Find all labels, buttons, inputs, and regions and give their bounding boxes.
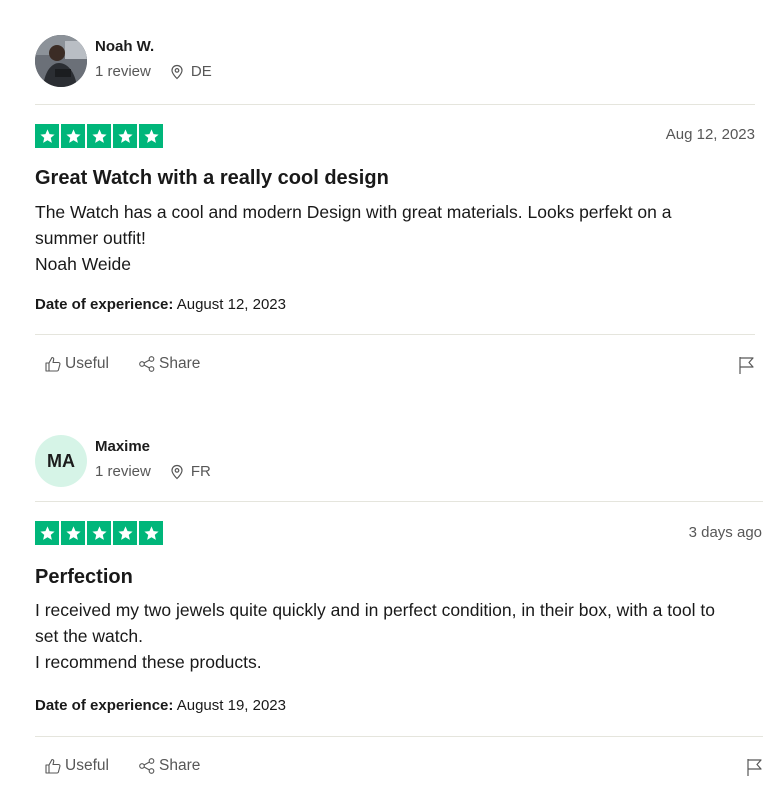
divider [35,334,755,335]
consumer-name[interactable]: Noah W. [95,38,212,56]
thumbs-up-icon [45,356,61,372]
thumbs-up-icon [45,758,61,774]
useful-button[interactable]: Useful [44,355,109,373]
star-rating [35,521,163,545]
star-icon [87,521,111,545]
consumer-country: FR [190,463,211,480]
experience-label: Date of experience: [35,296,174,313]
experience-date: August 12, 2023 [176,296,286,313]
divider [35,501,763,502]
review-date: 3 days ago [688,524,762,541]
review-title[interactable]: Great Watch with a really cool design [35,167,389,190]
review-date: Aug 12, 2023 [665,126,755,143]
experience-date: August 19, 2023 [176,697,286,714]
flag-icon[interactable] [737,355,757,375]
star-icon [61,521,85,545]
share-icon [139,758,155,774]
star-icon [35,521,59,545]
star-rating [35,124,163,148]
date-of-experience: Date of experience: August 12, 2023 [35,296,286,313]
share-button[interactable]: Share [138,355,200,373]
share-button[interactable]: Share [138,757,200,775]
star-icon [87,124,111,148]
experience-label: Date of experience: [35,697,174,714]
divider [35,104,755,105]
location-pin-icon [171,464,183,479]
star-icon [139,124,163,148]
review-count: 1 review [95,463,151,480]
location-pin-icon [171,64,183,79]
consumer-country: DE [190,63,212,80]
review-body-line: The Watch has a cool and modern Design w… [35,202,672,248]
consumer-info[interactable]: MA Maxime 1 review FR [35,435,211,487]
useful-label: Useful [65,757,109,774]
star-icon [35,124,59,148]
share-label: Share [159,757,201,774]
review-body: The Watch has a cool and modern Design w… [35,199,735,277]
review-body-line: Noah Weide [35,254,131,274]
review-body-line: I recommend these products. [35,652,262,672]
share-label: Share [159,355,201,372]
review-body: I received my two jewels quite quickly a… [35,597,735,675]
useful-label: Useful [65,355,109,372]
consumer-name[interactable]: Maxime [95,438,211,456]
flag-icon[interactable] [745,757,765,777]
star-icon [113,124,137,148]
review-body-line: I received my two jewels quite quickly a… [35,600,715,646]
star-icon [61,124,85,148]
avatar[interactable] [35,35,87,87]
review-title[interactable]: Perfection [35,566,133,589]
avatar[interactable]: MA [35,435,87,487]
consumer-info[interactable]: Noah W. 1 review DE [35,35,212,87]
star-icon [139,521,163,545]
star-icon [113,521,137,545]
date-of-experience: Date of experience: August 19, 2023 [35,697,286,714]
share-icon [139,356,155,372]
divider [35,736,763,737]
useful-button[interactable]: Useful [44,757,109,775]
review-count: 1 review [95,63,151,80]
